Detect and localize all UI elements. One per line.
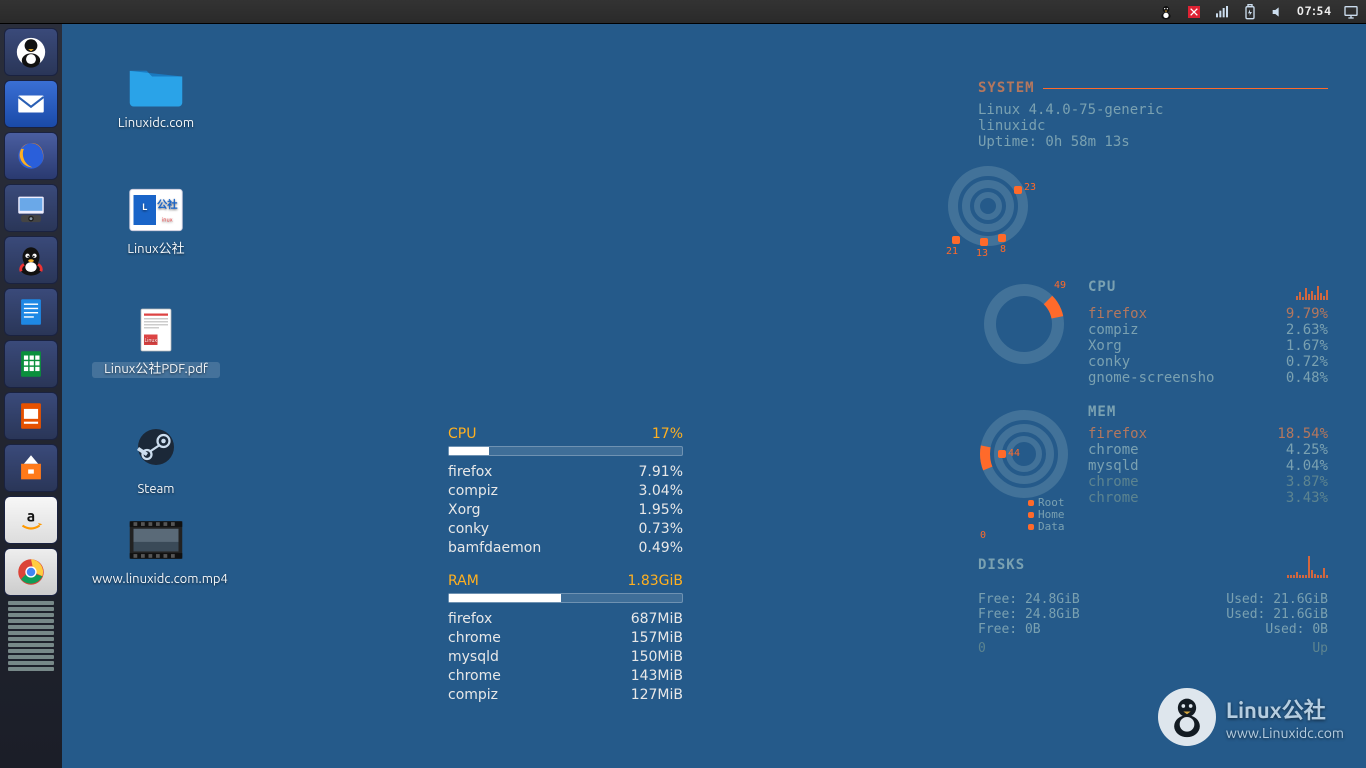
cpu-ring: 49	[978, 274, 1078, 384]
proc-row: chrome3.87%	[1088, 474, 1328, 490]
cpu-percent: 17%	[652, 426, 683, 442]
proc-row: gnome-screensho0.48%	[1088, 370, 1328, 386]
desktop-steam[interactable]: Steam	[92, 424, 220, 498]
system-rings: 23 21 13 8	[928, 156, 1048, 256]
proc-row: firefox9.79%	[1088, 306, 1328, 322]
watermark-url: www.Linuxidc.com	[1226, 725, 1344, 741]
proc-row: Xorg1.95%	[448, 502, 683, 518]
close-indicator-icon[interactable]	[1185, 3, 1203, 21]
clock[interactable]: 07:54	[1297, 5, 1332, 18]
uptime-text: Uptime: 0h 58m 13s	[978, 134, 1328, 150]
disks-title: DISKS	[978, 557, 1025, 573]
tux-indicator-icon[interactable]	[1157, 3, 1175, 21]
ram-bar	[448, 593, 683, 603]
desktop-folder-linuxidc[interactable]: Linuxidc.com	[92, 58, 220, 132]
ram-title: RAM	[448, 573, 479, 589]
launcher-firefox[interactable]	[4, 132, 58, 180]
top-panel: 07:54	[0, 0, 1366, 24]
launcher-calc[interactable]	[4, 340, 58, 388]
desktop-icon-label: www.linuxidc.com.mp4	[92, 572, 220, 588]
cpu-ring-val: 49	[1054, 280, 1066, 291]
launcher-writer[interactable]	[4, 288, 58, 336]
cpu-title-r: CPU	[1088, 279, 1116, 295]
desktop-pdf-linuxgongshe[interactable]: Linux Linux公社PDF.pdf	[92, 304, 220, 378]
proc-row: compiz3.04%	[448, 483, 683, 499]
proc-row: firefox7.91%	[448, 464, 683, 480]
cpu-bar	[448, 446, 683, 456]
launcher-dash[interactable]	[4, 28, 58, 76]
watermark: Linux公社 www.Linuxidc.com	[1158, 688, 1344, 746]
desktop-icon-label: Linuxidc.com	[92, 116, 220, 132]
kernel-text: Linux 4.4.0-75-generic	[978, 102, 1328, 118]
svg-text:公社: 公社	[157, 198, 178, 210]
launcher-impress[interactable]	[4, 392, 58, 440]
launcher-software[interactable]	[4, 444, 58, 492]
hostname-text: linuxidc	[978, 118, 1328, 134]
ram-total: 1.83GiB	[627, 573, 683, 589]
disk-row: Free: 0BUsed: 0B	[978, 622, 1328, 637]
launcher-screenshot[interactable]	[4, 184, 58, 232]
conky-center-widget: CPU 17% firefox7.91% compiz3.04% Xorg1.95%…	[448, 426, 683, 706]
desktop-link-linuxgongshe[interactable]: L 公社 inux Linux公社	[92, 184, 220, 258]
mem-ring: 44 Root Home Data 0	[978, 404, 1078, 534]
desktop-icon-label: Linux公社	[92, 242, 220, 258]
cpu-spark	[1296, 274, 1328, 300]
svg-text:L: L	[142, 201, 147, 212]
svg-text:Linux: Linux	[144, 337, 157, 343]
proc-row: firefox687MiB	[448, 611, 683, 627]
launcher-amazon[interactable]: a	[4, 496, 58, 544]
proc-row: firefox18.54%	[1088, 426, 1328, 442]
proc-row: mysqld150MiB	[448, 649, 683, 665]
battery-indicator-icon[interactable]	[1241, 3, 1259, 21]
conky-right-widget: SYSTEM Linux 4.4.0-75-generic linuxidc U…	[978, 80, 1328, 674]
svg-text:a: a	[27, 506, 35, 524]
desktop-icon-label: Steam	[92, 482, 220, 498]
proc-row: conky0.72%	[1088, 354, 1328, 370]
launcher-qq[interactable]	[4, 236, 58, 284]
launcher-chrome[interactable]	[4, 548, 58, 596]
network-indicator-icon[interactable]	[1213, 3, 1231, 21]
proc-row: conky0.73%	[448, 521, 683, 537]
cpu-title: CPU	[448, 426, 476, 442]
desktop-video-linuxidc[interactable]: www.linuxidc.com.mp4	[92, 514, 220, 588]
sound-indicator-icon[interactable]	[1269, 3, 1287, 21]
session-indicator-icon[interactable]	[1342, 3, 1360, 21]
svg-text:inux: inux	[162, 217, 173, 223]
proc-row: compiz127MiB	[448, 687, 683, 703]
desktop-icon-label: Linux公社PDF.pdf	[92, 362, 220, 378]
proc-row: chrome3.43%	[1088, 490, 1328, 506]
mem-title-r: MEM	[1088, 404, 1116, 420]
proc-row: mysqld4.04%	[1088, 458, 1328, 474]
tux-watermark-icon	[1158, 688, 1216, 746]
system-title: SYSTEM	[978, 80, 1035, 96]
proc-row: chrome4.25%	[1088, 442, 1328, 458]
proc-row: compiz2.63%	[1088, 322, 1328, 338]
proc-row: chrome157MiB	[448, 630, 683, 646]
proc-row: chrome143MiB	[448, 668, 683, 684]
disk-row: Free: 24.8GiBUsed: 21.6GiB	[978, 592, 1328, 607]
disk-spark	[1287, 552, 1328, 578]
launcher-running-stack[interactable]	[4, 600, 58, 672]
proc-row: Xorg1.67%	[1088, 338, 1328, 354]
mem-ring-val: 44	[1008, 448, 1020, 459]
desktop[interactable]: Linuxidc.com L 公社 inux Linux公社 Linux Linux…	[62, 24, 1366, 768]
proc-row: bamfdaemon0.49%	[448, 540, 683, 556]
unity-launcher: a	[0, 24, 62, 768]
watermark-title: Linux公社	[1226, 693, 1344, 725]
launcher-mail[interactable]	[4, 80, 58, 128]
disk-row: Free: 24.8GiBUsed: 21.6GiB	[978, 607, 1328, 622]
